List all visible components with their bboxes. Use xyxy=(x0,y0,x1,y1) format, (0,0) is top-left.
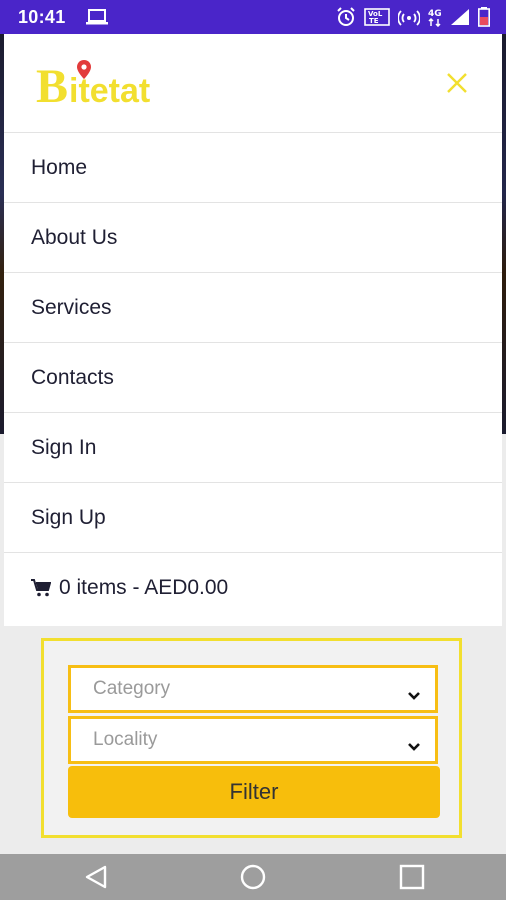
home-circle-icon xyxy=(240,864,266,890)
system-navigation-bar xyxy=(0,854,506,900)
locality-select[interactable]: Locality xyxy=(68,716,438,764)
bitetat-logo[interactable]: B itetat xyxy=(36,56,186,113)
signal-icon xyxy=(450,8,470,26)
menu-item-label: Contacts xyxy=(31,365,114,389)
category-select[interactable]: Category xyxy=(68,665,438,713)
status-icons: VoL TE 4G xyxy=(336,6,490,28)
background-content xyxy=(502,34,506,434)
close-icon xyxy=(447,73,467,93)
svg-text:itetat: itetat xyxy=(69,72,150,108)
chevron-down-icon xyxy=(407,736,421,758)
volte-icon: VoL TE xyxy=(364,8,390,26)
close-menu-button[interactable] xyxy=(442,68,472,98)
menu-item-label: About Us xyxy=(31,225,118,249)
menu-item-sign-in[interactable]: Sign In xyxy=(4,413,502,483)
category-placeholder: Category xyxy=(93,678,171,699)
4g-signal-icon: 4G xyxy=(428,7,442,27)
menu-item-services[interactable]: Services xyxy=(4,273,502,343)
laptop-icon xyxy=(86,8,108,31)
back-triangle-icon xyxy=(85,865,107,889)
cart-summary-link[interactable]: 0 items - AED0.00 xyxy=(4,553,502,623)
hotspot-icon xyxy=(398,7,420,27)
menu-item-label: Home xyxy=(31,155,88,179)
cart-summary-text: 0 items - AED0.00 xyxy=(59,576,229,599)
home-button[interactable] xyxy=(240,864,266,895)
svg-text:4G: 4G xyxy=(428,9,442,19)
menu-item-home[interactable]: Home xyxy=(4,133,502,203)
recents-button[interactable] xyxy=(399,864,425,895)
menu-item-contacts[interactable]: Contacts xyxy=(4,343,502,413)
filter-panel: Category Locality Filter xyxy=(41,638,462,838)
menu-item-sign-up[interactable]: Sign Up xyxy=(4,483,502,553)
status-time: 10:41 xyxy=(18,7,66,27)
svg-text:TE: TE xyxy=(369,17,379,25)
back-button[interactable] xyxy=(83,864,109,895)
chevron-down-icon xyxy=(407,685,421,707)
battery-icon xyxy=(478,7,490,27)
svg-text:B: B xyxy=(36,60,68,108)
menu-item-about-us[interactable]: About Us xyxy=(4,203,502,273)
filter-button-label: Filter xyxy=(229,779,279,804)
recents-square-icon xyxy=(399,864,425,890)
menu-item-label: Sign In xyxy=(31,435,97,459)
filter-button[interactable]: Filter xyxy=(68,766,440,818)
navigation-drawer: B itetat Home About Us Services Contacts… xyxy=(4,34,502,626)
menu-item-label: Sign Up xyxy=(31,505,106,529)
cart-icon xyxy=(31,579,51,597)
drawer-header: B itetat xyxy=(4,34,502,133)
menu-item-label: Services xyxy=(31,295,112,319)
status-bar: 10:41 VoL TE 4G xyxy=(0,0,506,34)
locality-placeholder: Locality xyxy=(93,729,158,750)
alarm-icon xyxy=(336,7,356,27)
